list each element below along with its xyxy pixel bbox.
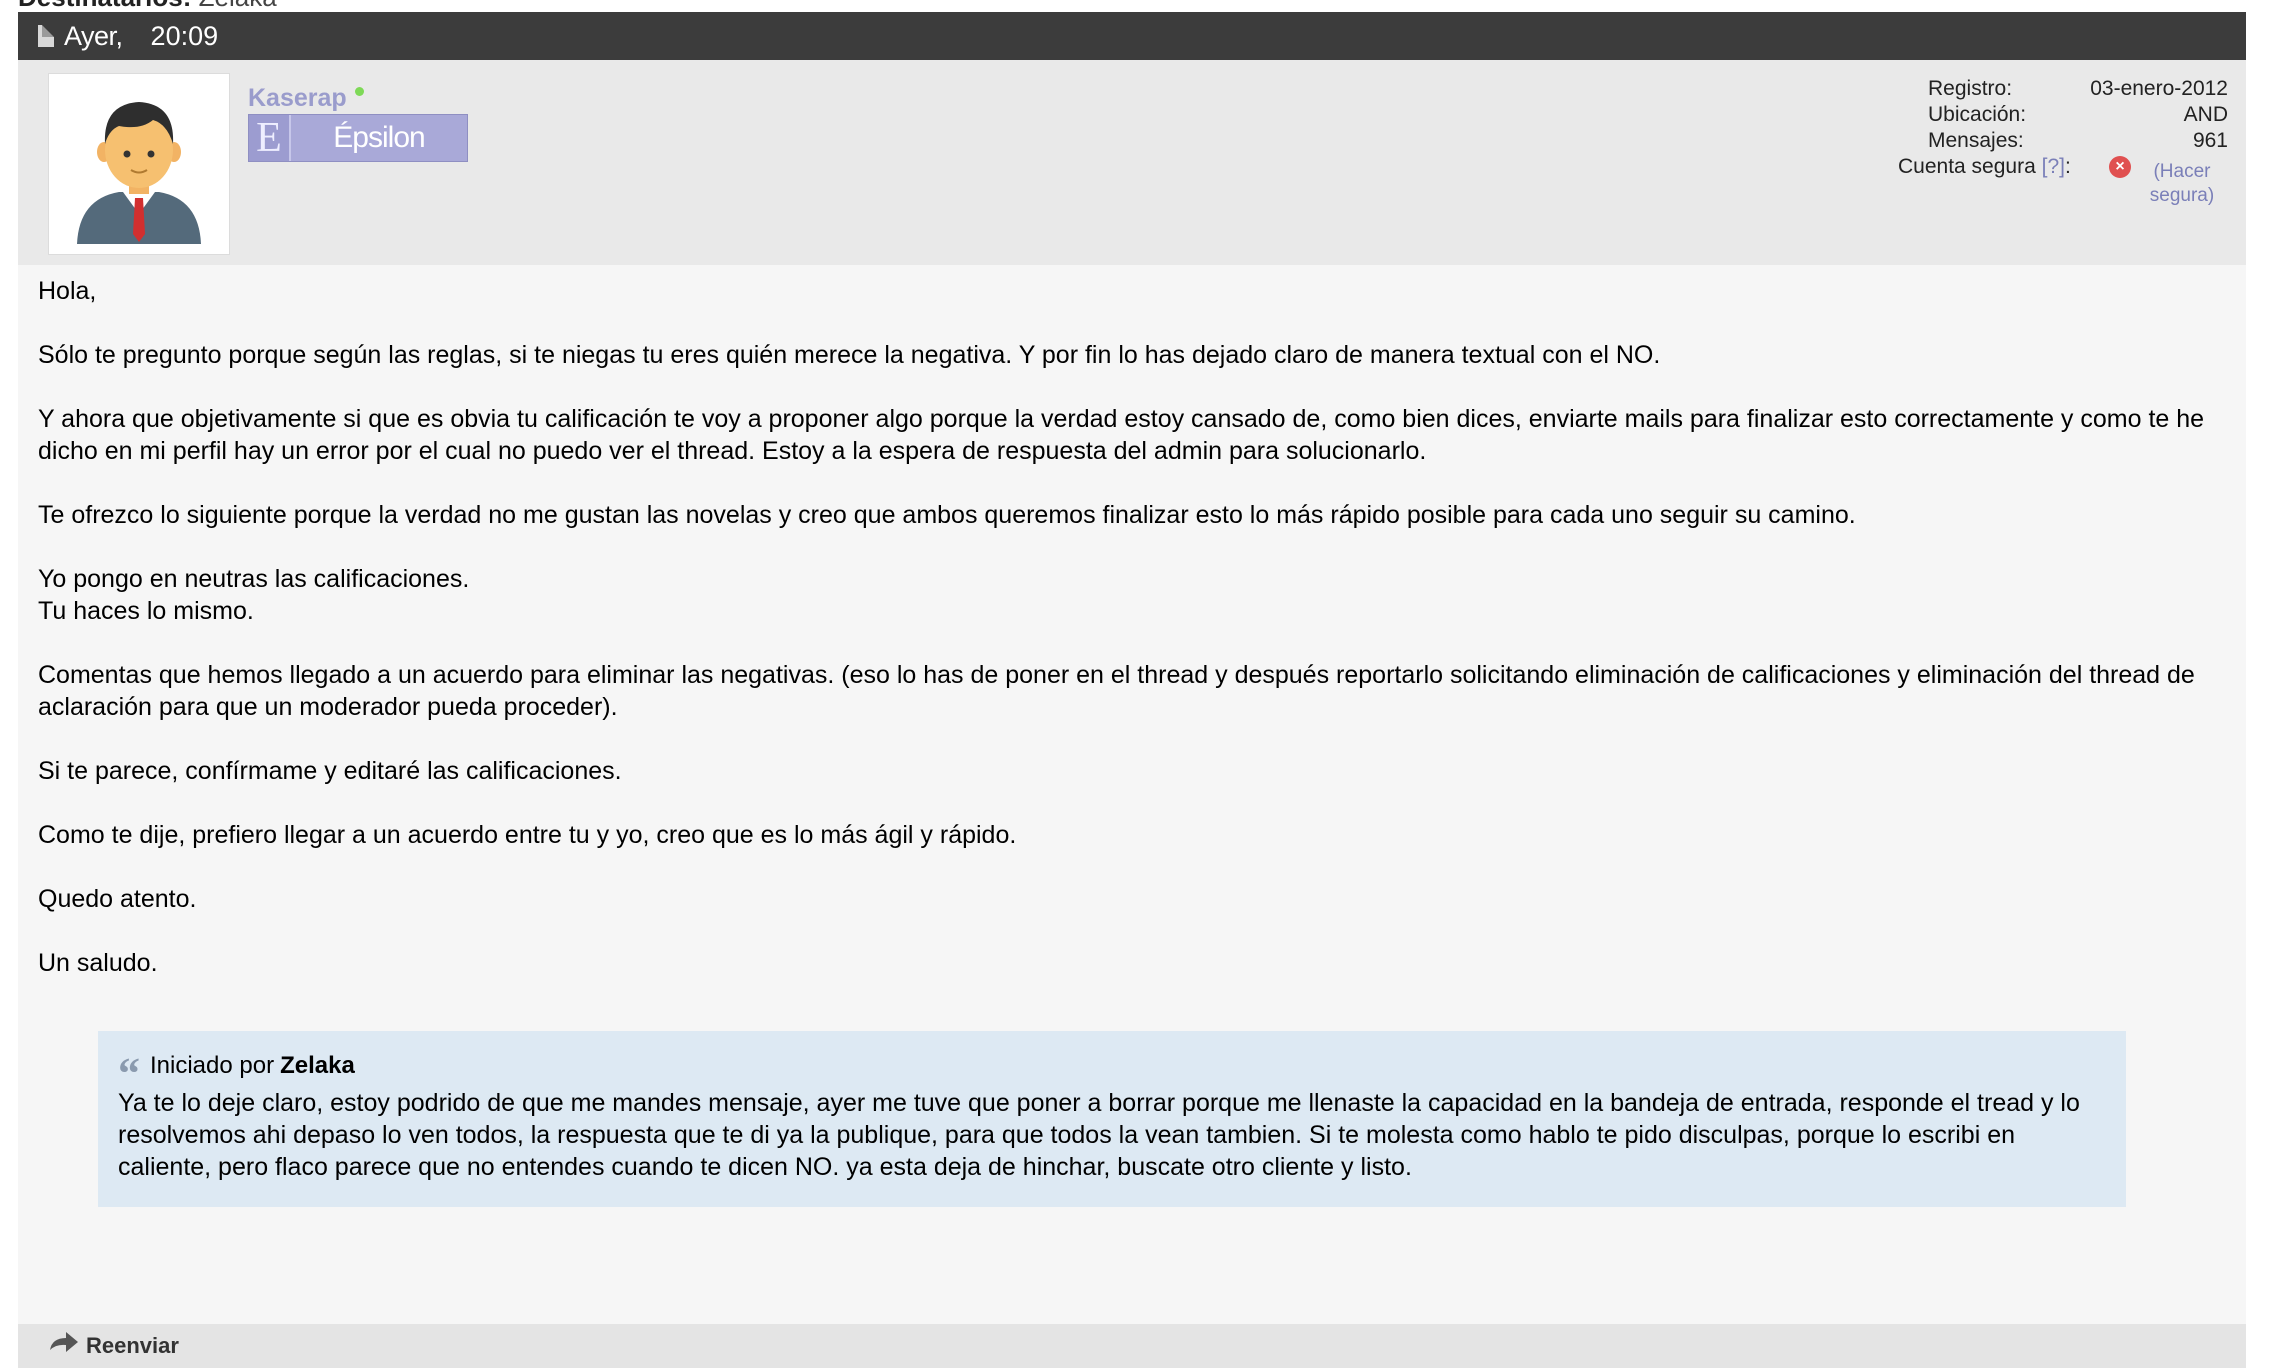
message-paragraph: Yo pongo en neutras las calificaciones. T… — [38, 563, 2226, 627]
forward-label[interactable]: Reenviar — [86, 1333, 179, 1359]
quote-author: Zelaka — [280, 1052, 355, 1079]
mensajes-label: Mensajes: — [1928, 129, 2024, 152]
user-info-bar: Kaserap E Épsilon Registro: 03-enero-201… — [18, 60, 2246, 265]
secure-account-text: Cuenta segura — [1898, 155, 2036, 178]
message-paragraph: Como te dije, prefiero llegar a un acuer… — [38, 821, 1017, 849]
registro-value: 03-enero-2012 — [2090, 77, 2228, 100]
quoted-message: “ Iniciado por Zelaka Ya te lo deje clar… — [98, 1031, 2126, 1207]
recipients-label: Destinatarios: — [18, 0, 191, 12]
document-icon — [38, 25, 54, 47]
message-paragraph: Sólo te pregunto porque según las reglas… — [38, 341, 1661, 369]
quote-header: “ Iniciado por Zelaka — [118, 1049, 2104, 1098]
message-line: Yo pongo en neutras las calificaciones. — [38, 565, 470, 593]
message-paragraph: Quedo atento. — [38, 885, 197, 913]
message-line: Tu haces lo mismo. — [38, 597, 254, 625]
post-time: 20:09 — [150, 20, 219, 51]
secure-account-row: Cuenta segura [?]: × (Hacer segura) — [1898, 154, 2228, 206]
recipient-name[interactable]: Zelaka — [199, 0, 277, 12]
user-rank-badge: E Épsilon — [248, 114, 468, 162]
registro-row: Registro: 03-enero-2012 — [1928, 76, 2228, 102]
message-post: Ayer, 20:09 Kaserap E Épsilon Registro: … — [18, 12, 2246, 1368]
ubicacion-value: AND — [2183, 103, 2228, 126]
secure-account-label: Cuenta segura [?]: — [1898, 154, 2071, 180]
username[interactable]: Kaserap — [248, 84, 347, 112]
post-date: Ayer, — [64, 20, 123, 51]
forward-button[interactable]: Reenviar — [48, 1330, 179, 1362]
online-status-icon — [354, 86, 364, 96]
message-paragraph: Comentas que hemos llegado a un acuerdo … — [38, 661, 2195, 721]
secure-account-help-link[interactable]: [?] — [2042, 155, 2065, 178]
not-secure-icon: × — [2109, 156, 2131, 178]
rank-letter: E — [249, 115, 291, 161]
quote-prefix: Iniciado por — [150, 1052, 275, 1079]
message-paragraph: Un saludo. — [38, 949, 158, 977]
message-body: Hola, Sólo te pregunto porque según las … — [18, 265, 2246, 979]
username-link[interactable]: Kaserap — [248, 84, 364, 113]
rank-name: Épsilon — [333, 121, 425, 154]
user-stats: Registro: 03-enero-2012 Ubicación: AND M… — [1898, 76, 2228, 206]
message-paragraph: Si te parece, confírmame y editaré las c… — [38, 757, 622, 785]
post-header: Ayer, 20:09 — [18, 12, 2246, 60]
user-avatar-icon[interactable] — [48, 73, 230, 255]
ubicacion-row: Ubicación: AND — [1928, 102, 2228, 128]
message-paragraph: Hola, — [38, 277, 97, 305]
mensajes-row: Mensajes: 961 — [1928, 128, 2228, 154]
message-paragraph: Y ahora que objetivamente si que es obvi… — [38, 405, 2205, 465]
make-secure-link[interactable]: (Hacer segura) — [2134, 160, 2230, 208]
secure-account-colon: : — [2064, 155, 2071, 178]
message-paragraph: Te ofrezco lo siguiente porque la verdad… — [38, 501, 1856, 529]
forward-icon — [48, 1330, 80, 1362]
post-footer: Reenviar — [18, 1324, 2246, 1368]
registro-label: Registro: — [1928, 77, 2013, 100]
mensajes-value: 961 — [2192, 129, 2228, 152]
quote-text: Ya te lo deje claro, estoy podrido de qu… — [118, 1089, 2080, 1181]
quote-icon: “ — [118, 1049, 140, 1098]
ubicacion-label: Ubicación: — [1928, 103, 2027, 126]
